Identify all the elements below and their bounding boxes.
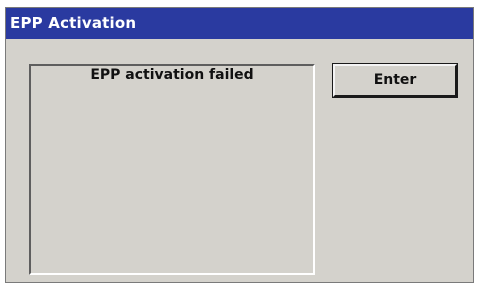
epp-activation-window: EPP Activation EPP activation failed Ent… — [5, 7, 474, 283]
window-title: EPP Activation — [10, 14, 137, 32]
status-message: EPP activation failed — [90, 67, 254, 83]
window-title-bar: EPP Activation — [6, 8, 473, 39]
message-panel: EPP activation failed — [29, 64, 315, 275]
enter-button[interactable]: Enter — [332, 63, 458, 98]
